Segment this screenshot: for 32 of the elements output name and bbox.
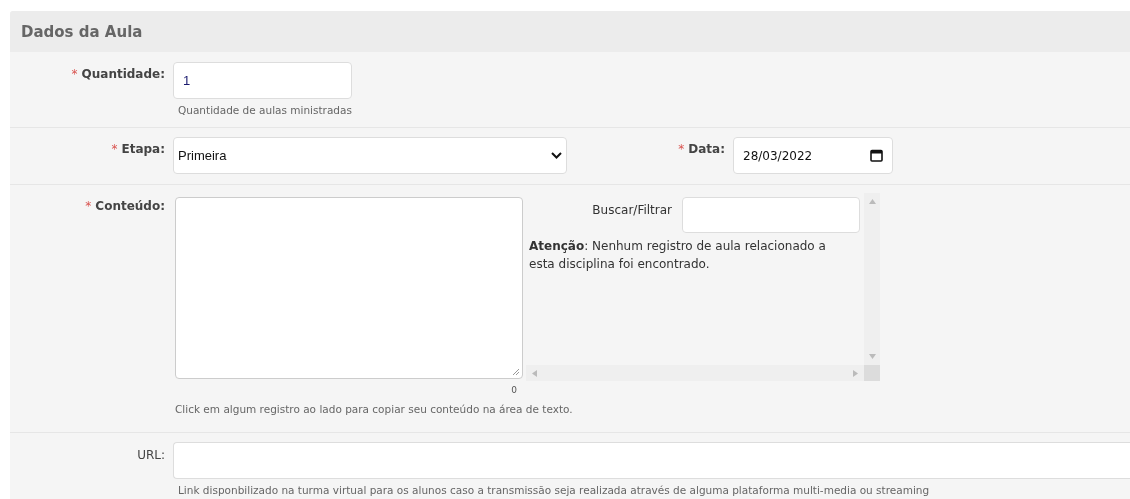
content-textarea[interactable]: [175, 197, 523, 379]
vertical-scrollbar[interactable]: [864, 193, 880, 365]
horizontal-scrollbar[interactable]: [526, 365, 864, 381]
field-label: Quantidade:: [81, 67, 165, 83]
chevron-down-icon: [551, 152, 562, 159]
character-counter: 0: [511, 385, 518, 395]
scroll-up-icon[interactable]: [868, 199, 876, 204]
quantity-field[interactable]: 1: [173, 62, 352, 99]
scroll-down-icon[interactable]: [868, 354, 876, 359]
search-field[interactable]: [682, 197, 860, 233]
url-field[interactable]: [173, 442, 1130, 479]
scroll-left-icon[interactable]: [532, 369, 537, 377]
field-label: Data:: [688, 142, 725, 158]
search-label: Buscar/Filtrar: [592, 202, 672, 217]
stage-select[interactable]: Primeira: [173, 137, 567, 174]
required-mark: *: [678, 142, 685, 158]
section-title: Dados da Aula: [21, 22, 143, 41]
calendar-icon: [870, 149, 883, 162]
field-hint: Quantidade de aulas ministradas: [177, 104, 352, 116]
scroll-right-icon[interactable]: [853, 369, 858, 377]
field-hint: Click em algum registro ao lado para copiar seu conteúdo na área de texto.: [174, 403, 574, 415]
required-mark: *: [111, 142, 118, 158]
required-mark: *: [85, 199, 92, 215]
notice-text: Atenção: Nenhum registro de aula relacionado a esta disciplina foi encontrado.: [529, 238, 827, 273]
date-field[interactable]: 28/03/2022: [733, 137, 893, 174]
resize-grip-icon: [512, 368, 520, 376]
required-mark: *: [71, 67, 78, 83]
field-label: Conteúdo:: [95, 199, 165, 215]
field-label: Etapa:: [121, 142, 165, 158]
scrollbar-corner: [864, 365, 880, 381]
field-label: URL:: [137, 448, 165, 464]
field-hint: Link disponbilizado na turma virtual para os alunos caso a transmissão seja realizada através de alguma plataforma multi-media ou streaming: [177, 484, 931, 496]
